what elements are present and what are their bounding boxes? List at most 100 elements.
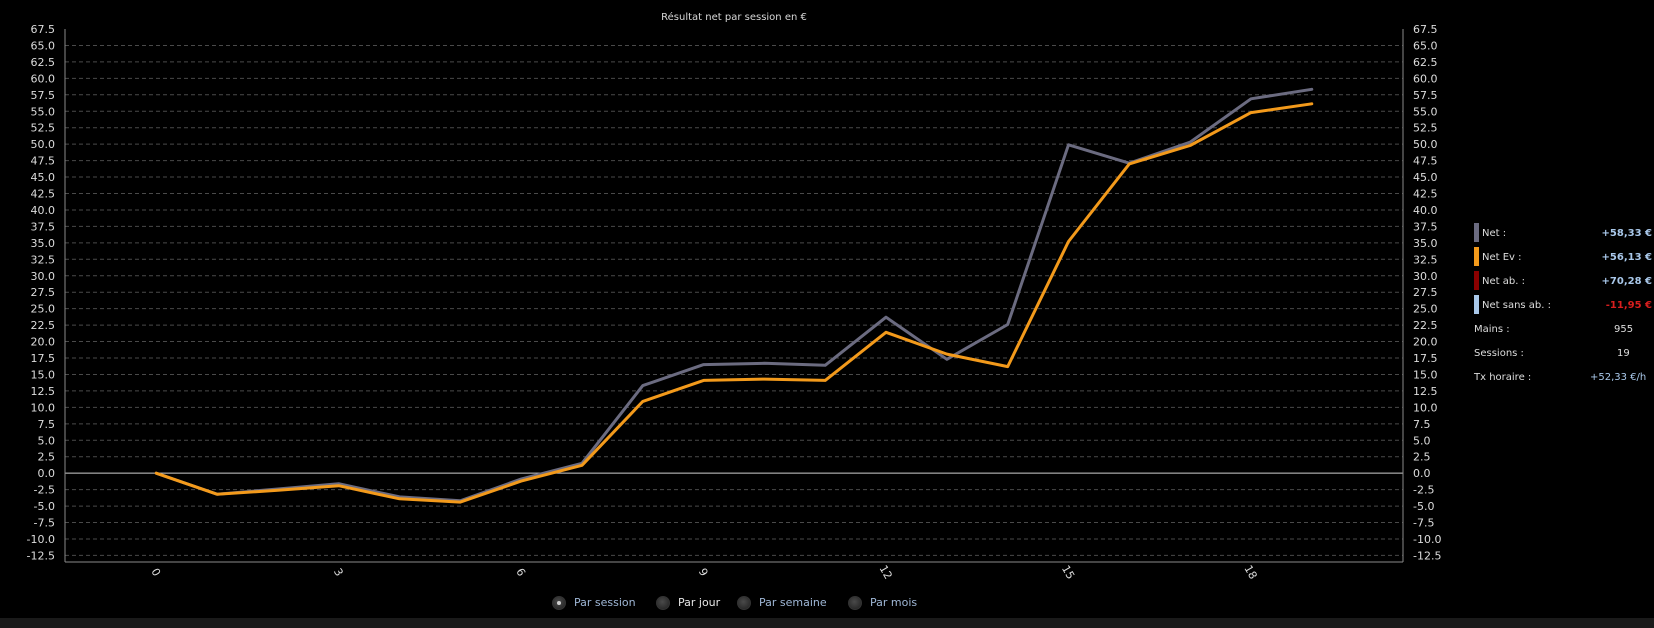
y-tick-label-left: 0.0 xyxy=(38,467,56,480)
x-axis: 0 3 6 9 12 15 18 xyxy=(148,563,1259,582)
y-tick-label-right: 10.0 xyxy=(1413,401,1438,414)
y-tick-label-right: 7.5 xyxy=(1413,418,1431,431)
legend-value: +70,28 € xyxy=(1601,276,1652,287)
radio-icon xyxy=(848,596,862,610)
legend-swatch xyxy=(1474,295,1479,314)
y-tick-label-left: 47.5 xyxy=(31,155,56,168)
x-tick-label: 15 xyxy=(1059,563,1077,582)
legend-swatch xyxy=(1474,247,1479,266)
y-tick-label-right: 55.0 xyxy=(1413,105,1438,118)
y-tick-label-right: -5.0 xyxy=(1413,500,1434,513)
radio-label: Par jour xyxy=(678,596,721,609)
y-axis-left: 67.5 65.0 62.5 60.0 57.5 55.0 52.5 50.0 47.5 45.0… xyxy=(27,23,55,562)
y-tick-label-left: 7.5 xyxy=(38,418,56,431)
y-tick-label-right: -10.0 xyxy=(1413,533,1441,546)
y-tick-label-right: -2.5 xyxy=(1413,484,1434,497)
y-tick-label-right: 37.5 xyxy=(1413,220,1438,233)
legend-item-net: Net : +58,33 € xyxy=(1474,223,1654,247)
legend-item-net-sans-ab: Net sans ab. : -11,95 € xyxy=(1474,295,1654,319)
stat-mains: Mains : 955 xyxy=(1474,319,1654,343)
y-tick-label-right: 20.0 xyxy=(1413,336,1438,349)
y-tick-label-left: -5.0 xyxy=(34,500,55,513)
y-tick-label-left: 55.0 xyxy=(31,105,56,118)
legend-value: -11,95 € xyxy=(1605,300,1652,311)
x-tick-label: 3 xyxy=(331,566,346,579)
stat-label: Tx horaire : xyxy=(1474,372,1532,383)
y-tick-label-right: 0.0 xyxy=(1413,467,1431,480)
legend-value: +56,13 € xyxy=(1601,252,1652,263)
y-tick-label-right: 50.0 xyxy=(1413,138,1438,151)
y-tick-label-right: 27.5 xyxy=(1413,286,1438,299)
y-tick-label-left: -7.5 xyxy=(34,517,55,530)
stat-label: Mains : xyxy=(1474,324,1510,335)
y-tick-label-right: 67.5 xyxy=(1413,23,1438,36)
y-tick-label-left: 60.0 xyxy=(31,72,56,85)
y-tick-label-left: 35.0 xyxy=(31,237,56,250)
y-tick-label-left: 30.0 xyxy=(31,270,56,283)
y-tick-label-right: 5.0 xyxy=(1413,434,1431,447)
legend-label: Net Ev : xyxy=(1482,252,1522,263)
y-tick-label-right: -12.5 xyxy=(1413,549,1441,562)
stat-value: 19 xyxy=(1617,348,1630,359)
radio-icon xyxy=(737,596,751,610)
y-tick-label-right: 62.5 xyxy=(1413,56,1438,69)
y-tick-label-right: 47.5 xyxy=(1413,155,1438,168)
grid xyxy=(65,44,1403,556)
y-tick-label-right: 25.0 xyxy=(1413,303,1438,316)
y-tick-label-left: 67.5 xyxy=(31,23,56,36)
y-tick-label-left: 20.0 xyxy=(31,336,56,349)
legend-item-net-ev: Net Ev : +56,13 € xyxy=(1474,247,1654,271)
y-tick-label-right: 35.0 xyxy=(1413,237,1438,250)
x-tick-label: 12 xyxy=(876,563,894,582)
y-tick-label-right: -7.5 xyxy=(1413,517,1434,530)
y-tick-label-left: 12.5 xyxy=(31,385,56,398)
legend-item-net-ab: Net ab. : +70,28 € xyxy=(1474,271,1654,295)
y-tick-label-right: 30.0 xyxy=(1413,270,1438,283)
y-tick-label-right: 42.5 xyxy=(1413,188,1438,201)
legend-swatch xyxy=(1474,223,1479,242)
y-tick-label-left: 25.0 xyxy=(31,303,56,316)
x-tick-label: 18 xyxy=(1241,563,1259,582)
y-tick-label-left: 52.5 xyxy=(31,122,56,135)
radio-selected-icon xyxy=(552,596,566,610)
y-tick-label-left: 40.0 xyxy=(31,204,56,217)
y-tick-label-left: 27.5 xyxy=(31,286,56,299)
radio-icon xyxy=(656,596,670,610)
bottom-bar xyxy=(0,618,1654,628)
y-tick-label-right: 32.5 xyxy=(1413,253,1438,266)
stat-value: 955 xyxy=(1614,324,1634,335)
y-tick-label-right: 2.5 xyxy=(1413,451,1431,464)
y-tick-label-right: 40.0 xyxy=(1413,204,1438,217)
stat-value: +52,33 €/h xyxy=(1590,372,1647,383)
x-tick-label: 0 xyxy=(148,566,163,579)
stat-hourly-rate: Tx horaire : +52,33 €/h xyxy=(1474,367,1654,391)
series-line-net xyxy=(154,87,1314,503)
y-tick-label-left: -12.5 xyxy=(27,549,55,562)
y-tick-label-right: 65.0 xyxy=(1413,39,1438,52)
y-tick-label-right: 22.5 xyxy=(1413,319,1438,332)
y-tick-label-left: 17.5 xyxy=(31,352,56,365)
series-line-net-ev xyxy=(154,102,1314,504)
x-tick-label: 6 xyxy=(513,566,528,579)
y-tick-label-left: 32.5 xyxy=(31,253,56,266)
x-tick-label: 9 xyxy=(696,566,711,579)
y-tick-label-left: 15.0 xyxy=(31,368,56,381)
radio-label: Par semaine xyxy=(759,596,827,609)
y-tick-label-right: 57.5 xyxy=(1413,89,1438,102)
y-tick-label-right: 45.0 xyxy=(1413,171,1438,184)
line-chart: Résultat net par session en € 67.565.062… xyxy=(27,11,1442,582)
stat-label: Sessions : xyxy=(1474,348,1524,359)
legend: Net : +58,33 € Net Ev : +56,13 € Net ab.… xyxy=(1474,223,1654,391)
y-tick-label-left: 22.5 xyxy=(31,319,56,332)
legend-label: Net : xyxy=(1482,228,1507,239)
radio-label: Par session xyxy=(574,596,636,609)
y-tick-label-left: 45.0 xyxy=(31,171,56,184)
y-tick-label-left: 42.5 xyxy=(31,188,56,201)
y-tick-label-right: 60.0 xyxy=(1413,72,1438,85)
y-tick-label-left: 65.0 xyxy=(31,39,56,52)
y-tick-label-right: 52.5 xyxy=(1413,122,1438,135)
y-tick-label-left: 50.0 xyxy=(31,138,56,151)
y-tick-label-left: 57.5 xyxy=(31,89,56,102)
legend-label: Net sans ab. : xyxy=(1482,300,1551,311)
radio-label: Par mois xyxy=(870,596,918,609)
